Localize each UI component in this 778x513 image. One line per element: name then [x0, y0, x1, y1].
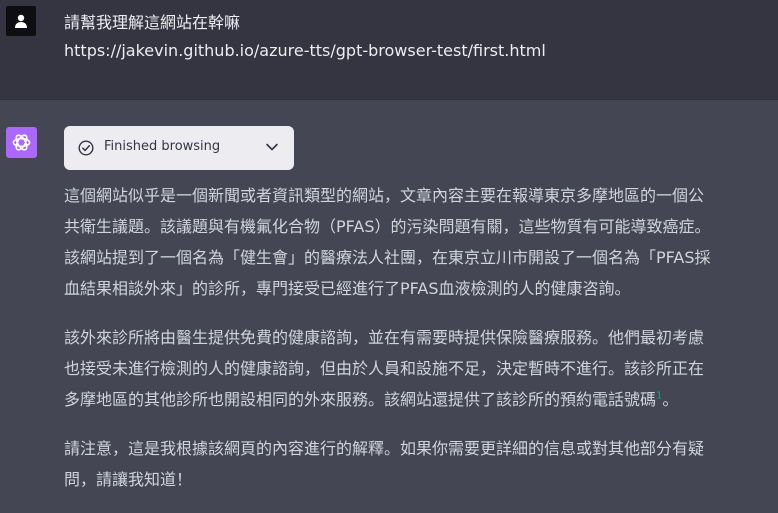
text-line: 多摩地區的其他診所也開設相同的外來服務。該網站還提供了該診所的預約電話號碼1。 — [64, 384, 776, 415]
text-line: 請注意，這是我根據該網頁的內容進行的解釋。如果你需要更詳細的信息或對其他部分有疑 — [64, 439, 705, 458]
assistant-avatar — [6, 127, 37, 158]
text-line: 血結果相談外來」的診所，專門接受已經進行了PFAS血液檢測的人的健康咨詢。 — [64, 279, 631, 298]
browsing-status-label: Finished browsing — [104, 139, 221, 154]
text-line: 問，請讓我知道！ — [64, 470, 193, 489]
user-message-url: https://jakevin.github.io/azure-tts/gpt-… — [64, 41, 546, 60]
openai-logo-icon — [12, 134, 31, 151]
check-circle-icon — [78, 140, 94, 156]
paragraph: 這個網站似乎是一個新聞或者資訊類型的網站，文章內容主要在報導東京多摩地區的一個公… — [64, 180, 776, 304]
text-line-end: 。 — [662, 390, 679, 409]
chevron-down-icon[interactable] — [265, 142, 279, 152]
user-message-row: 請幫我理解這網站在幹嘛 https://jakevin.github.io/az… — [0, 0, 778, 100]
text-line: 該外來診所將由醫生提供免費的健康諮詢，並在有需要時提供保險醫療服務。他們最初考慮 — [64, 328, 705, 347]
user-avatar — [6, 6, 36, 36]
assistant-message-row: Finished browsing 這個網站似乎是一個新聞或者資訊類型的網站，文… — [0, 100, 778, 508]
text-line-content: 多摩地區的其他診所也開設相同的外來服務。該網站還提供了該診所的預約電話號碼 — [64, 390, 657, 409]
paragraph: 該外來診所將由醫生提供免費的健康諮詢，並在有需要時提供保險醫療服務。他們最初考慮… — [64, 322, 776, 415]
user-message-text: 請幫我理解這網站在幹嘛 https://jakevin.github.io/az… — [64, 9, 764, 65]
text-line: 也接受未進行檢測的人的健康諮詢，但由於人員和設施不足，決定暫時不進行。該診所正在 — [64, 359, 705, 378]
assistant-message-text: 這個網站似乎是一個新聞或者資訊類型的網站，文章內容主要在報導東京多摩地區的一個公… — [64, 180, 776, 513]
browsing-status-toggle[interactable]: Finished browsing — [64, 126, 294, 170]
paragraph: 請注意，這是我根據該網頁的內容進行的解釋。如果你需要更詳細的信息或對其他部分有疑… — [64, 433, 776, 495]
text-line: 共衛生議題。該議題與有機氟化合物（PFAS）的污染問題有關，這些物質有可能導致癌… — [64, 217, 711, 236]
text-line: 該網站提到了一個名為「健生會」的醫療法人社團，在東京立川市開設了一個名為「PFA… — [64, 248, 711, 267]
text-line: 這個網站似乎是一個新聞或者資訊類型的網站，文章內容主要在報導東京多摩地區的一個公 — [64, 186, 705, 205]
user-icon — [15, 14, 27, 28]
user-message-line: 請幫我理解這網站在幹嘛 — [64, 13, 241, 32]
